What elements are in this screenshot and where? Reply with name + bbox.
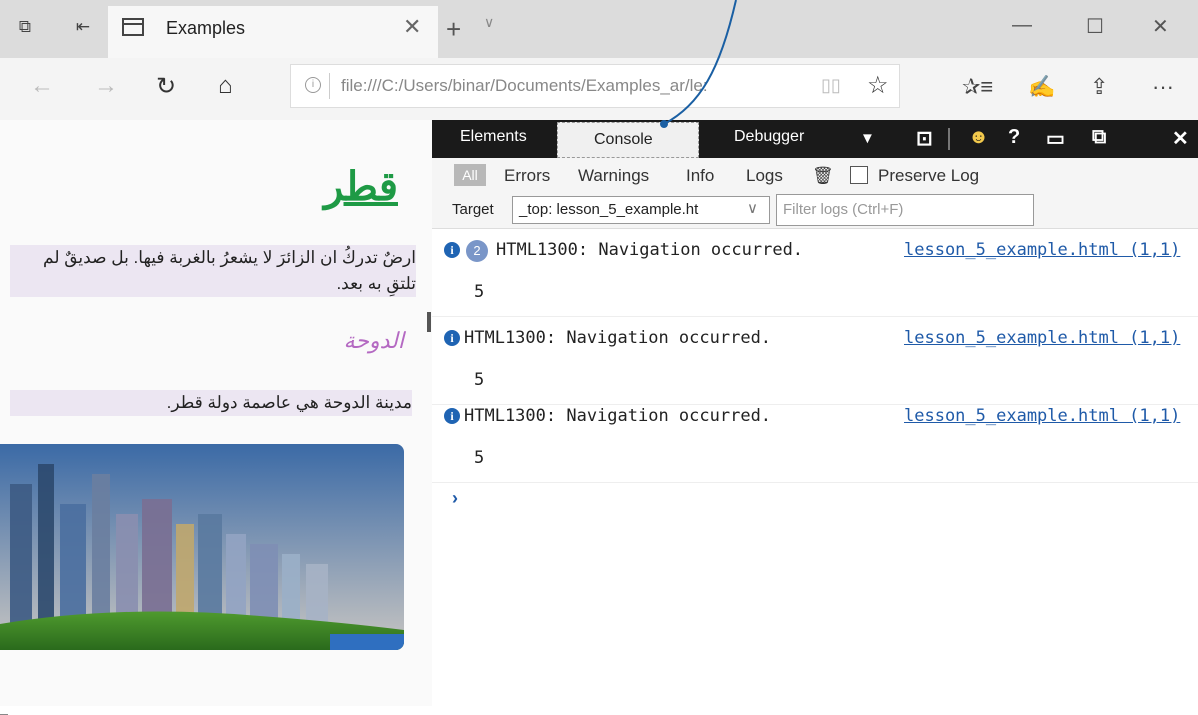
web-notes-icon[interactable]: ✍ <box>1028 74 1055 100</box>
clear-console-icon[interactable]: 🗑 <box>812 166 834 186</box>
set-aside-tabs-icon[interactable]: ⇤ <box>72 16 94 38</box>
tab-preview-icon[interactable]: ⧉ <box>14 16 36 38</box>
minimize-button[interactable]: — <box>1012 14 1032 37</box>
share-icon[interactable]: ⇪ <box>1090 74 1108 100</box>
refresh-icon[interactable]: ↻ <box>156 72 176 101</box>
favorites-hub-icon[interactable]: ✰≡ <box>962 74 993 100</box>
console-prompt[interactable]: › <box>452 488 458 509</box>
console-log-row: i 2 HTML1300: Navigation occurred. lesso… <box>432 234 1198 317</box>
target-label: Target <box>452 201 494 218</box>
filter-logs-input[interactable]: Filter logs (Ctrl+F) <box>776 194 1034 226</box>
home-icon[interactable]: ⌂ <box>218 72 233 100</box>
devtools-tab-bar: Elements Console Debugger ▼ ⊡ ☻ ? ▭ ⧉ ✕ <box>432 120 1198 158</box>
tab-console[interactable]: Console <box>557 122 699 158</box>
log-value: 5 <box>474 370 485 390</box>
web-page: قطر ارضٌ تدركُ ان الزائرَ لا يشعرُ بالغر… <box>0 120 432 715</box>
tab-close-icon[interactable]: ✕ <box>403 14 421 40</box>
preserve-log-checkbox[interactable] <box>850 166 868 184</box>
tab-elements[interactable]: Elements <box>460 128 527 146</box>
preserve-log-label: Preserve Log <box>878 166 980 185</box>
address-bar[interactable]: i file:///C:/Users/binar/Documents/Examp… <box>290 64 900 108</box>
filter-all-button[interactable]: All <box>454 164 486 186</box>
feedback-smiley-icon[interactable]: ☻ <box>968 126 989 149</box>
log-message: HTML1300: Navigation occurred. <box>464 406 772 426</box>
info-icon: i <box>444 242 460 258</box>
console-target-bar: Target _top: lesson_5_example.ht ∨ Filte… <box>432 192 1198 229</box>
filter-info-button[interactable]: Info <box>686 166 714 186</box>
maximize-button[interactable]: ☐ <box>1086 14 1104 39</box>
info-icon: i <box>444 330 460 346</box>
log-message: HTML1300: Navigation occurred. <box>464 328 772 348</box>
page-heading: قطر <box>323 165 398 209</box>
log-source-link[interactable]: lesson_5_example.html (1,1) <box>904 328 1180 348</box>
window-icon <box>122 18 144 36</box>
log-source-link[interactable]: lesson_5_example.html (1,1) <box>904 406 1180 426</box>
repeat-count-badge: 2 <box>466 240 488 262</box>
new-tab-button[interactable]: + <box>446 14 461 45</box>
divider <box>329 73 330 99</box>
navigation-bar: ← → ↻ ⌂ i file:///C:/Users/binar/Documen… <box>0 58 1198 120</box>
more-tools-dropdown-icon[interactable]: ▼ <box>860 130 875 147</box>
page-paragraph: ارضٌ تدركُ ان الزائرَ لا يشعرُ بالغربة ف… <box>10 245 416 297</box>
doha-skyline-image <box>0 444 404 650</box>
browser-tab[interactable]: Examples ✕ <box>108 6 438 58</box>
chevron-down-icon: ∨ <box>747 200 758 217</box>
log-value: 5 <box>474 448 485 468</box>
close-devtools-icon[interactable]: ✕ <box>1172 126 1189 151</box>
more-icon[interactable]: ··· <box>1152 74 1174 100</box>
scrollbar-thumb[interactable] <box>427 312 431 332</box>
console-log-row: i HTML1300: Navigation occurred. lesson_… <box>432 322 1198 405</box>
tab-title: Examples <box>166 18 246 38</box>
divider <box>948 128 950 150</box>
close-window-button[interactable]: ✕ <box>1152 14 1169 39</box>
page-paragraph: مدينة الدوحة هي عاصمة دولة قطر. <box>10 390 412 416</box>
undock-icon[interactable]: ⧉ <box>1092 126 1106 149</box>
target-select-value: _top: lesson_5_example.ht <box>519 201 699 218</box>
console-icon[interactable]: ⊡ <box>916 126 933 151</box>
log-source-link[interactable]: lesson_5_example.html (1,1) <box>904 240 1180 260</box>
tab-console-label: Console <box>594 131 653 148</box>
forward-icon[interactable]: → <box>94 72 118 100</box>
back-icon[interactable]: ← <box>30 72 54 100</box>
tab-debugger[interactable]: Debugger <box>734 128 804 146</box>
filter-logs-placeholder: Filter logs (Ctrl+F) <box>783 201 904 218</box>
log-message: HTML1300: Navigation occurred. <box>496 240 804 260</box>
target-select[interactable]: _top: lesson_5_example.ht ∨ <box>512 196 770 224</box>
info-icon[interactable]: i <box>305 77 321 93</box>
reading-view-icon[interactable]: ▯▯ <box>821 75 841 96</box>
dock-icon[interactable]: ▭ <box>1046 126 1065 151</box>
console-filter-bar: All Errors Warnings Info Logs 🗑 Preserve… <box>432 158 1198 192</box>
console-log-row: i HTML1300: Navigation occurred. lesson_… <box>432 400 1198 483</box>
favorite-star-icon[interactable]: ☆ <box>867 71 889 100</box>
info-icon: i <box>444 408 460 424</box>
page-subheading: الدوحة <box>343 328 404 353</box>
filter-errors-button[interactable]: Errors <box>504 166 550 186</box>
devtools-panel: Elements Console Debugger ▼ ⊡ ☻ ? ▭ ⧉ ✕ … <box>432 120 1198 706</box>
filter-logs-button[interactable]: Logs <box>746 166 783 186</box>
url-text[interactable]: file:///C:/Users/binar/Documents/Example… <box>341 76 708 96</box>
tab-dropdown-icon[interactable]: ∨ <box>484 14 494 31</box>
title-bar: ⧉ ⇤ Examples ✕ + ∨ — ☐ ✕ <box>0 0 1198 58</box>
filter-warnings-button[interactable]: Warnings <box>578 166 649 186</box>
help-icon[interactable]: ? <box>1008 126 1020 149</box>
log-value: 5 <box>474 282 485 302</box>
